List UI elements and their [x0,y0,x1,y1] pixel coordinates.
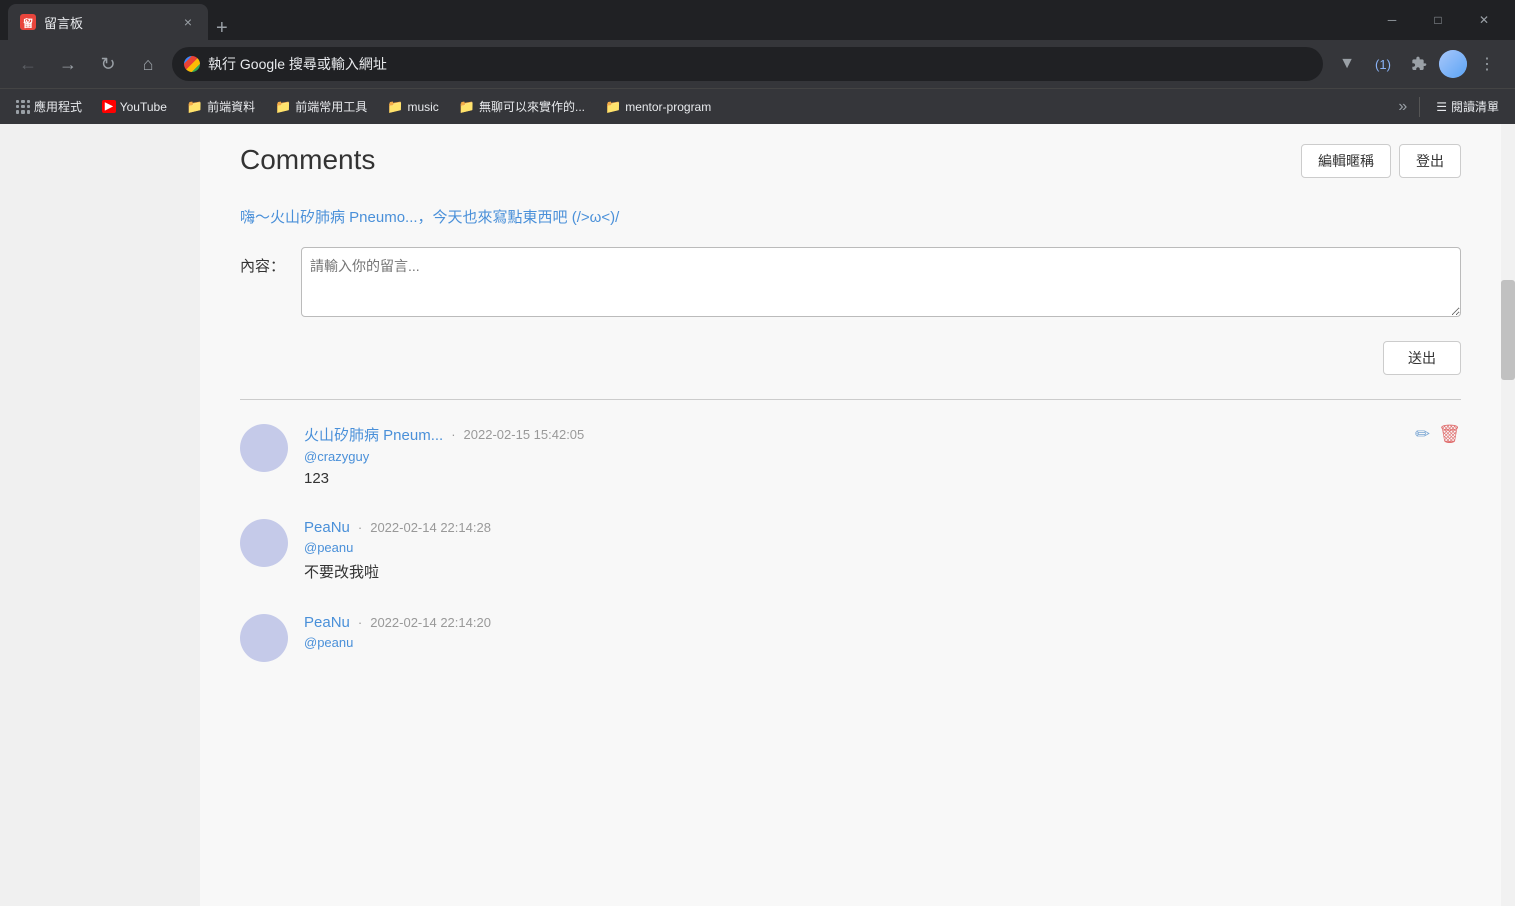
comment-author: PeaNu [304,614,350,631]
folder-icon-4: 📁 [459,99,475,115]
bookmark-frontend-tools[interactable]: 📁 前端常用工具 [267,94,375,119]
bookmark-projects[interactable]: 📁 無聊可以來實作的... [451,94,593,119]
action-buttons: 編輯暱稱 登出 [1301,144,1461,178]
youtube-label: YouTube [120,100,167,114]
music-label: music [407,100,438,114]
scroll-thumb[interactable] [1501,280,1515,380]
tab-bar: 留 留言板 × + [8,0,1361,40]
reading-list-label: 閱讀清單 [1451,98,1499,115]
bookmarks-more-button[interactable]: » [1394,94,1411,120]
tab-title: 留言板 [44,13,172,32]
home-button[interactable]: ⌂ [132,48,164,80]
bookmark-music[interactable]: 📁 music [379,95,447,119]
comment-handle: @crazyguy [304,449,1461,464]
folder-icon-2: 📁 [275,99,291,115]
comment-item: PeaNu · 2022-02-14 22:14:20 @peanu [240,614,1461,662]
logout-button[interactable]: 登出 [1399,144,1461,178]
nav-counter-button[interactable]: (1) [1367,48,1399,80]
comment-handle: @peanu [304,635,1461,650]
google-favicon [184,56,200,72]
comment-date: 2022-02-14 22:14:20 [370,615,491,630]
apps-label: 應用程式 [34,98,82,115]
profile-image [1439,50,1467,78]
comment-separator: · [358,520,362,535]
delete-comment-button[interactable]: 🗑 [1438,424,1461,445]
comment-text: 不要改我啦 [304,561,1461,582]
close-button[interactable]: ✕ [1461,4,1507,36]
folder-icon-1: 📁 [187,99,203,115]
submit-row: 送出 [240,341,1461,375]
comment-item: 火山矽肺病 Pneum... · 2022-02-15 15:42:05 @cr… [240,424,1461,487]
reading-list-icon: ☰ [1436,100,1447,114]
forward-button[interactable]: → [52,48,84,80]
main-content: Comments 編輯暱稱 登出 嗨～火山矽肺病 Pneumo...，今天也來寫… [200,124,1501,906]
bookmark-frontend-data[interactable]: 📁 前端資料 [179,94,263,119]
bookmarks-bar: 應用程式 ▶ YouTube 📁 前端資料 📁 前端常用工具 📁 music 📁… [0,88,1515,124]
extensions-button[interactable] [1403,48,1435,80]
title-bar: 留 留言板 × + ─ □ ✕ [0,0,1515,40]
comment-separator: · [451,427,455,442]
comment-header: 火山矽肺病 Pneum... · 2022-02-15 15:42:05 [304,424,1461,445]
address-text: 執行 Google 搜尋或輸入網址 [208,54,1311,74]
frontend-data-label: 前端資料 [207,98,255,115]
active-tab[interactable]: 留 留言板 × [8,4,208,40]
youtube-icon: ▶ [102,100,116,113]
profile-button[interactable] [1439,50,1467,78]
form-label: 內容： [240,247,285,276]
navigation-bar: ← → ↻ ⌂ 執行 Google 搜尋或輸入網址 ▼ (1) [0,40,1515,88]
folder-icon-3: 📁 [387,99,403,115]
bookmark-mentor[interactable]: 📁 mentor-program [597,95,719,119]
comment-date: 2022-02-14 22:14:28 [370,520,491,535]
frontend-tools-label: 前端常用工具 [295,98,367,115]
comment-avatar [240,614,288,662]
bookmarks-divider [1419,97,1420,117]
page-area: Comments 編輯暱稱 登出 嗨～火山矽肺病 Pneumo...，今天也來寫… [0,124,1515,906]
reading-list-button[interactable]: ☰ 閱讀清單 [1428,94,1507,119]
submit-button[interactable]: 送出 [1383,341,1461,375]
comment-text: 123 [304,470,1461,487]
comment-item: PeaNu · 2022-02-14 22:14:28 @peanu 不要改我啦 [240,519,1461,582]
folder-icon-5: 📁 [605,99,621,115]
page-scrollbar[interactable] [1501,124,1515,906]
edit-draft-button[interactable]: 編輯暱稱 [1301,144,1391,178]
comment-avatar [240,519,288,567]
section-divider [240,399,1461,400]
new-tab-button[interactable]: + [208,17,236,40]
back-button[interactable]: ← [12,48,44,80]
page-title: Comments [240,144,375,176]
sidebar [0,124,200,906]
nav-dropdown-button[interactable]: ▼ [1331,48,1363,80]
comment-header: PeaNu · 2022-02-14 22:14:20 [304,614,1461,631]
edit-comment-button[interactable]: ✏ [1415,424,1430,445]
bookmark-apps[interactable]: 應用程式 [8,94,90,119]
comment-avatar [240,424,288,472]
welcome-message: 嗨～火山矽肺病 Pneumo...，今天也來寫點東西吧 (/>ω<)/ [240,206,1461,227]
comment-handle: @peanu [304,540,1461,555]
comment-date: 2022-02-15 15:42:05 [464,427,585,442]
maximize-button[interactable]: □ [1415,4,1461,36]
nav-right-controls: ▼ (1) ⋮ [1331,48,1503,80]
reload-button[interactable]: ↻ [92,48,124,80]
comment-body: 火山矽肺病 Pneum... · 2022-02-15 15:42:05 @cr… [304,424,1461,487]
chrome-menu-button[interactable]: ⋮ [1471,48,1503,80]
browser-window: 留 留言板 × + ─ □ ✕ ← → ↻ [0,0,1515,906]
comment-body: PeaNu · 2022-02-14 22:14:20 @peanu [304,614,1461,662]
comment-author: 火山矽肺病 Pneum... [304,424,443,445]
tab-favicon: 留 [20,14,36,30]
comment-header: PeaNu · 2022-02-14 22:14:28 [304,519,1461,536]
comment-form: 內容： [240,247,1461,317]
comment-actions: ✏ 🗑 [1415,424,1461,445]
tab-close-button[interactable]: × [180,12,196,32]
projects-label: 無聊可以來實作的... [479,98,585,115]
apps-grid-icon [16,100,30,114]
comment-separator: · [358,615,362,630]
minimize-button[interactable]: ─ [1369,4,1415,36]
bookmark-youtube[interactable]: ▶ YouTube [94,96,175,118]
window-controls: ─ □ ✕ [1369,4,1507,36]
comment-author: PeaNu [304,519,350,536]
comment-textarea[interactable] [301,247,1461,317]
address-bar[interactable]: 執行 Google 搜尋或輸入網址 [172,47,1323,81]
comment-body: PeaNu · 2022-02-14 22:14:28 @peanu 不要改我啦 [304,519,1461,582]
mentor-label: mentor-program [625,100,711,114]
